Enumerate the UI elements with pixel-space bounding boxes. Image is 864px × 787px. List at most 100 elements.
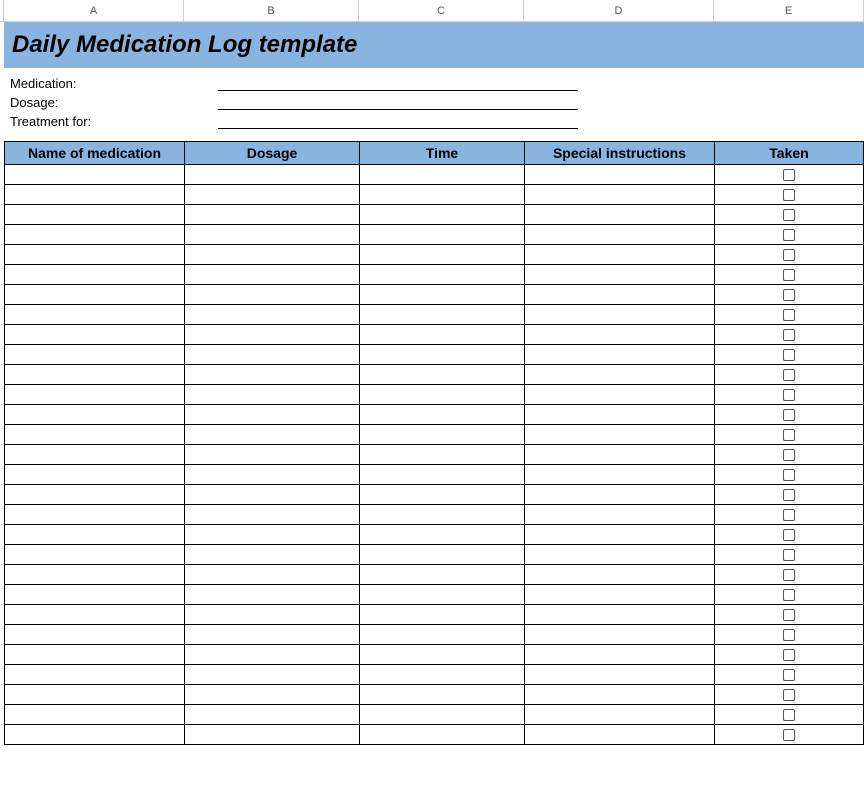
cell-name[interactable] (5, 485, 185, 505)
cell-time[interactable] (360, 305, 525, 325)
cell-dosage[interactable] (185, 685, 360, 705)
checkbox-icon[interactable] (783, 369, 795, 381)
cell-dosage[interactable] (185, 505, 360, 525)
cell-name[interactable] (5, 425, 185, 445)
cell-special[interactable] (525, 305, 715, 325)
cell-dosage[interactable] (185, 485, 360, 505)
checkbox-icon[interactable] (783, 309, 795, 321)
checkbox-icon[interactable] (783, 549, 795, 561)
cell-time[interactable] (360, 505, 525, 525)
cell-name[interactable] (5, 405, 185, 425)
cell-dosage[interactable] (185, 545, 360, 565)
cell-taken[interactable] (715, 265, 864, 285)
cell-special[interactable] (525, 505, 715, 525)
cell-name[interactable] (5, 585, 185, 605)
cell-time[interactable] (360, 425, 525, 445)
cell-dosage[interactable] (185, 205, 360, 225)
cell-special[interactable] (525, 205, 715, 225)
cell-name[interactable] (5, 525, 185, 545)
cell-dosage[interactable] (185, 305, 360, 325)
cell-dosage[interactable] (185, 725, 360, 745)
th-name[interactable]: Name of medication (5, 142, 185, 165)
cell-dosage[interactable] (185, 585, 360, 605)
checkbox-icon[interactable] (783, 509, 795, 521)
cell-taken[interactable] (715, 405, 864, 425)
cell-time[interactable] (360, 325, 525, 345)
cell-dosage[interactable] (185, 705, 360, 725)
cell-name[interactable] (5, 225, 185, 245)
cell-dosage[interactable] (185, 185, 360, 205)
th-dosage[interactable]: Dosage (185, 142, 360, 165)
cell-name[interactable] (5, 245, 185, 265)
cell-time[interactable] (360, 625, 525, 645)
cell-special[interactable] (525, 665, 715, 685)
th-time[interactable]: Time (360, 142, 525, 165)
cell-time[interactable] (360, 585, 525, 605)
checkbox-icon[interactable] (783, 489, 795, 501)
cell-special[interactable] (525, 485, 715, 505)
cell-taken[interactable] (715, 365, 864, 385)
cell-taken[interactable] (715, 345, 864, 365)
cell-taken[interactable] (715, 425, 864, 445)
cell-taken[interactable] (715, 585, 864, 605)
cell-name[interactable] (5, 385, 185, 405)
cell-time[interactable] (360, 405, 525, 425)
cell-special[interactable] (525, 365, 715, 385)
cell-taken[interactable] (715, 565, 864, 585)
treatment-input-line[interactable] (218, 115, 578, 129)
cell-special[interactable] (525, 265, 715, 285)
cell-time[interactable] (360, 665, 525, 685)
cell-special[interactable] (525, 385, 715, 405)
cell-time[interactable] (360, 265, 525, 285)
cell-taken[interactable] (715, 545, 864, 565)
cell-taken[interactable] (715, 225, 864, 245)
checkbox-icon[interactable] (783, 289, 795, 301)
cell-dosage[interactable] (185, 365, 360, 385)
th-taken[interactable]: Taken (715, 142, 864, 165)
cell-name[interactable] (5, 625, 185, 645)
cell-dosage[interactable] (185, 245, 360, 265)
cell-special[interactable] (525, 605, 715, 625)
th-special[interactable]: Special instructions (525, 142, 715, 165)
cell-dosage[interactable] (185, 565, 360, 585)
cell-name[interactable] (5, 605, 185, 625)
cell-time[interactable] (360, 225, 525, 245)
cell-name[interactable] (5, 565, 185, 585)
cell-taken[interactable] (715, 705, 864, 725)
checkbox-icon[interactable] (783, 409, 795, 421)
cell-dosage[interactable] (185, 605, 360, 625)
cell-dosage[interactable] (185, 345, 360, 365)
cell-name[interactable] (5, 345, 185, 365)
checkbox-icon[interactable] (783, 329, 795, 341)
cell-time[interactable] (360, 205, 525, 225)
cell-special[interactable] (525, 625, 715, 645)
cell-time[interactable] (360, 545, 525, 565)
cell-name[interactable] (5, 205, 185, 225)
cell-special[interactable] (525, 565, 715, 585)
cell-special[interactable] (525, 585, 715, 605)
cell-name[interactable] (5, 325, 185, 345)
cell-name[interactable] (5, 665, 185, 685)
cell-special[interactable] (525, 405, 715, 425)
cell-special[interactable] (525, 285, 715, 305)
checkbox-icon[interactable] (783, 529, 795, 541)
checkbox-icon[interactable] (783, 669, 795, 681)
cell-taken[interactable] (715, 325, 864, 345)
cell-name[interactable] (5, 285, 185, 305)
cell-dosage[interactable] (185, 265, 360, 285)
checkbox-icon[interactable] (783, 229, 795, 241)
cell-special[interactable] (525, 425, 715, 445)
cell-time[interactable] (360, 685, 525, 705)
cell-name[interactable] (5, 645, 185, 665)
cell-time[interactable] (360, 605, 525, 625)
cell-special[interactable] (525, 545, 715, 565)
checkbox-icon[interactable] (783, 209, 795, 221)
checkbox-icon[interactable] (783, 589, 795, 601)
cell-dosage[interactable] (185, 285, 360, 305)
cell-special[interactable] (525, 685, 715, 705)
cell-dosage[interactable] (185, 425, 360, 445)
cell-special[interactable] (525, 705, 715, 725)
dosage-input-line[interactable] (218, 96, 578, 110)
cell-time[interactable] (360, 365, 525, 385)
checkbox-icon[interactable] (783, 269, 795, 281)
